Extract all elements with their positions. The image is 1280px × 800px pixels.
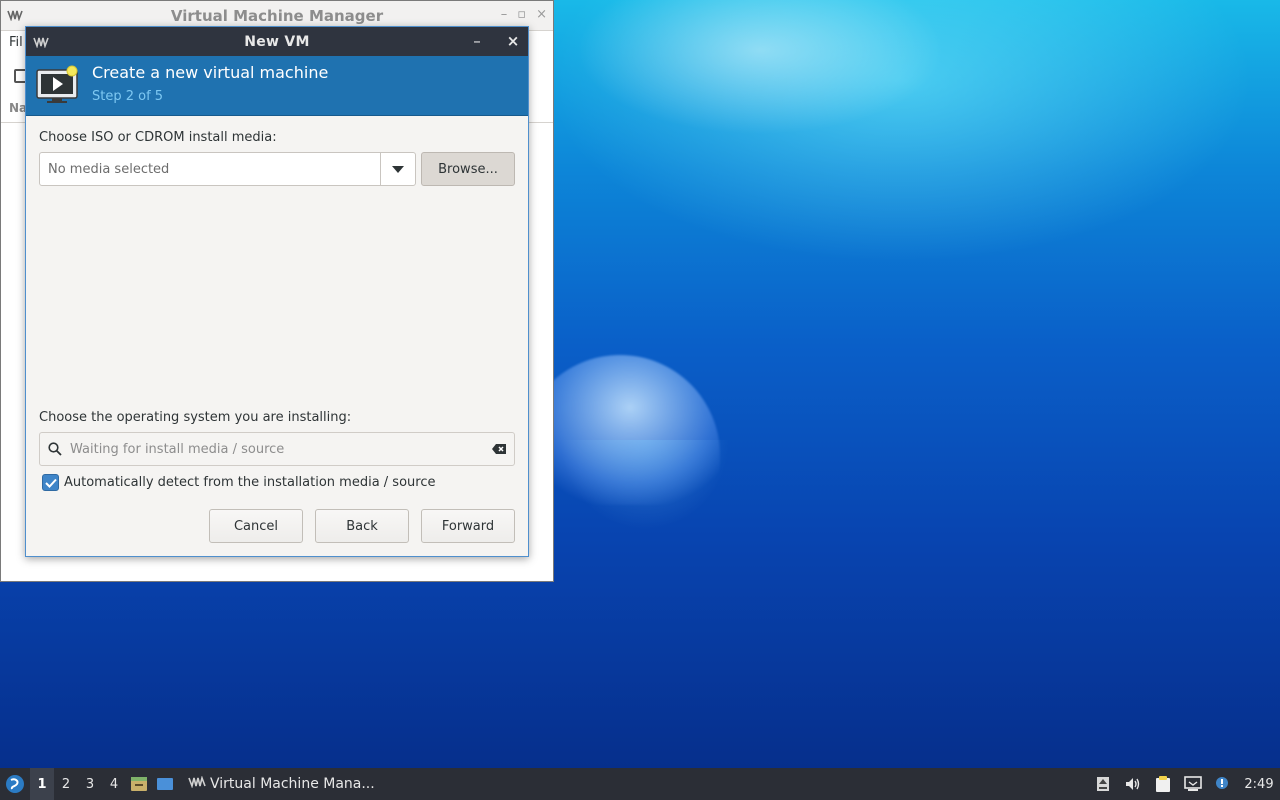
cancel-button[interactable]: Cancel [209,509,303,543]
search-icon [40,442,70,456]
back-button[interactable]: Back [315,509,409,543]
minimize-icon[interactable]: – [466,31,488,51]
clear-search-icon[interactable] [484,443,514,455]
file-manager-icon[interactable] [126,768,152,800]
virt-manager-logo-icon [7,9,23,22]
auto-detect-label[interactable]: Automatically detect from the installati… [64,475,435,490]
network-icon[interactable] [1178,768,1208,800]
browse-button[interactable]: Browse... [421,152,515,186]
main-minimize-icon[interactable]: – [501,7,508,22]
wizard-header: Create a new virtual machine Step 2 of 5 [26,56,528,116]
workspace-3[interactable]: 3 [78,768,102,800]
clock[interactable]: 2:49 [1238,777,1280,792]
install-media-input[interactable] [40,153,380,185]
new-vm-monitor-icon [35,64,81,110]
main-window-controls: – ▫ × [501,7,547,22]
wallpaper-jellyfish-tail [560,440,730,530]
workspace-4[interactable]: 4 [102,768,126,800]
main-window-title: Virtual Machine Manager [170,6,384,25]
clipboard-icon[interactable] [1148,768,1178,800]
forward-button[interactable]: Forward [421,509,515,543]
install-media-label: Choose ISO or CDROM install media: [39,130,277,145]
install-media-dropdown-button[interactable] [380,153,415,185]
virt-manager-icon [188,775,206,792]
start-menu-icon[interactable] [0,768,30,800]
taskbar: 1 2 3 4 Virtual Machine Mana... 2:49 [0,768,1280,800]
volume-icon[interactable] [1118,768,1148,800]
workspace-2[interactable]: 2 [54,768,78,800]
notification-icon[interactable] [1208,768,1238,800]
os-label: Choose the operating system you are inst… [39,410,352,425]
taskbar-task-label: Virtual Machine Mana... [210,776,375,792]
system-tray: 2:49 [1088,768,1280,800]
wizard-step: Step 2 of 5 [92,89,164,104]
menu-file[interactable]: Fil [9,35,23,50]
auto-detect-row[interactable]: Automatically detect from the installati… [42,474,435,491]
install-media-combo[interactable] [39,152,416,186]
dialog-titlebar[interactable]: New VM – × [26,27,528,56]
os-search-field[interactable] [39,432,515,466]
auto-detect-checkbox[interactable] [42,474,59,491]
main-maximize-icon[interactable]: ▫ [517,7,526,22]
main-close-icon[interactable]: × [536,7,547,22]
close-icon[interactable]: × [502,31,524,51]
os-search-input[interactable] [70,433,484,465]
dialog-title: New VM [244,33,310,50]
show-desktop-icon[interactable] [152,768,178,800]
taskbar-task-virt-manager[interactable]: Virtual Machine Mana... [182,768,381,800]
wizard-title: Create a new virtual machine [92,63,329,82]
chevron-down-icon [392,165,404,173]
workspace-1[interactable]: 1 [30,768,54,800]
dialog-logo-icon [33,36,49,49]
new-vm-dialog: New VM – × Create a new virtual machine … [25,26,529,557]
update-icon[interactable] [1088,768,1118,800]
